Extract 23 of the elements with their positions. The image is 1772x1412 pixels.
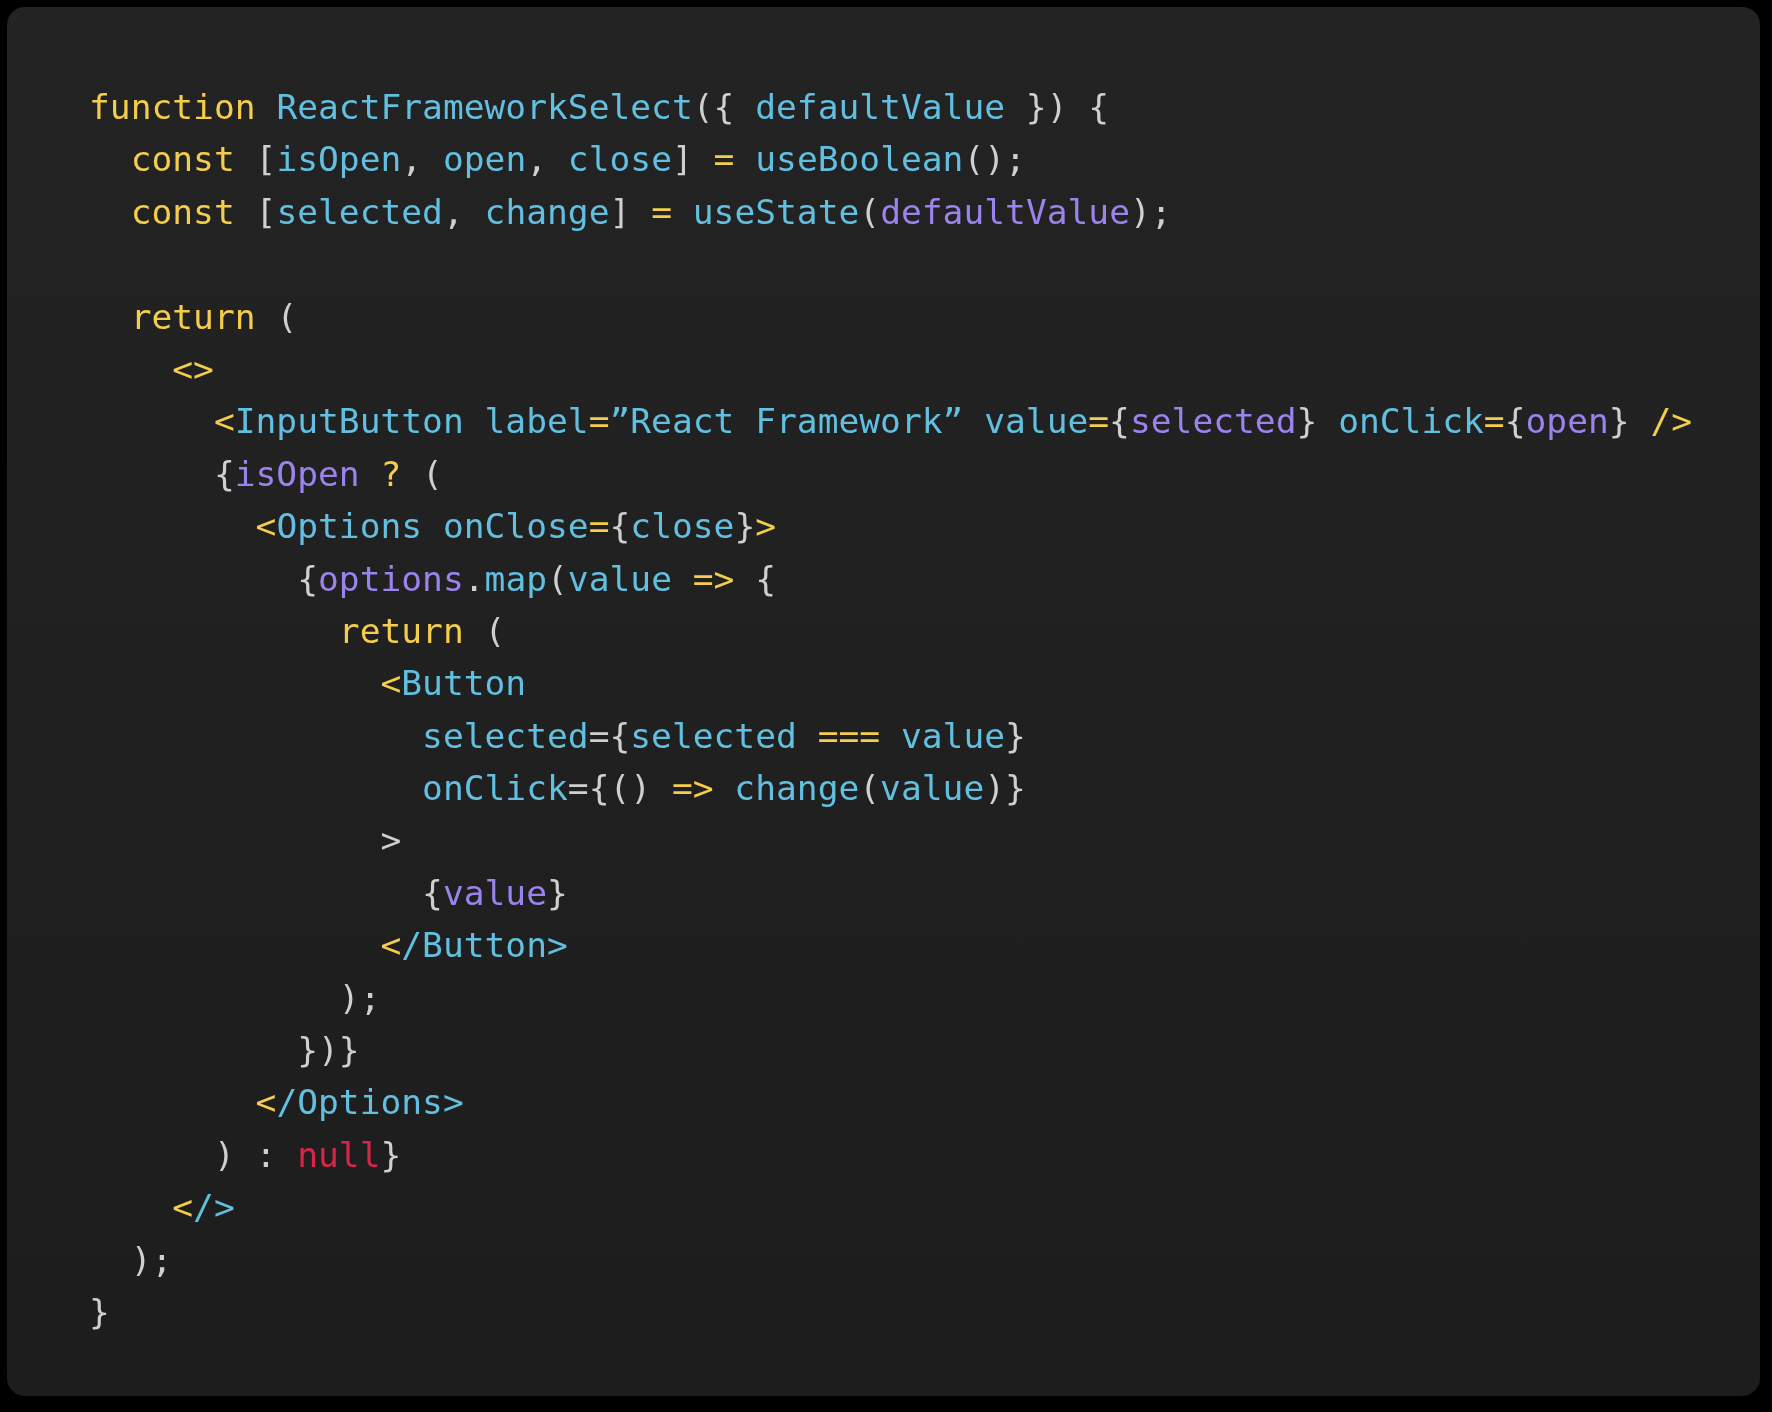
code-line: })} [296, 1029, 360, 1073]
code-line: onClick={() => change(value)} [421, 767, 1026, 811]
code-line: const [isOpen, open, close] = useBoolean(); [129, 138, 1026, 182]
code-line: <Button [379, 662, 527, 706]
code-line: <Options onClose={close}> [254, 505, 777, 549]
code-line: } [89, 1291, 110, 1334]
code-line: </Button> [379, 924, 568, 968]
code-line: selected={selected === value} [421, 714, 1026, 758]
code-line: function ReactFrameworkSelect({ defaultValue }) { [89, 86, 1110, 129]
code-line: ); [337, 976, 381, 1020]
code-line: {options.map(value => { [296, 557, 777, 601]
code-line: const [selected, change] = useState(defaultValue); [129, 190, 1172, 234]
code-line: return ( [337, 609, 506, 653]
code-line: </Options> [254, 1081, 464, 1125]
code-line: </> [171, 1186, 235, 1230]
code-line: > [379, 819, 402, 863]
code-line: return ( [129, 295, 298, 339]
code-line: ) : null} [212, 1133, 402, 1177]
code-line: <> [171, 347, 214, 391]
code-line: <InputButton label=”React Framework” value={selected} onClick={open} /> [212, 400, 1693, 444]
code-line: ); [129, 1238, 173, 1282]
code-line: {isOpen ? ( [212, 452, 443, 496]
code-line: {value} [421, 871, 568, 915]
